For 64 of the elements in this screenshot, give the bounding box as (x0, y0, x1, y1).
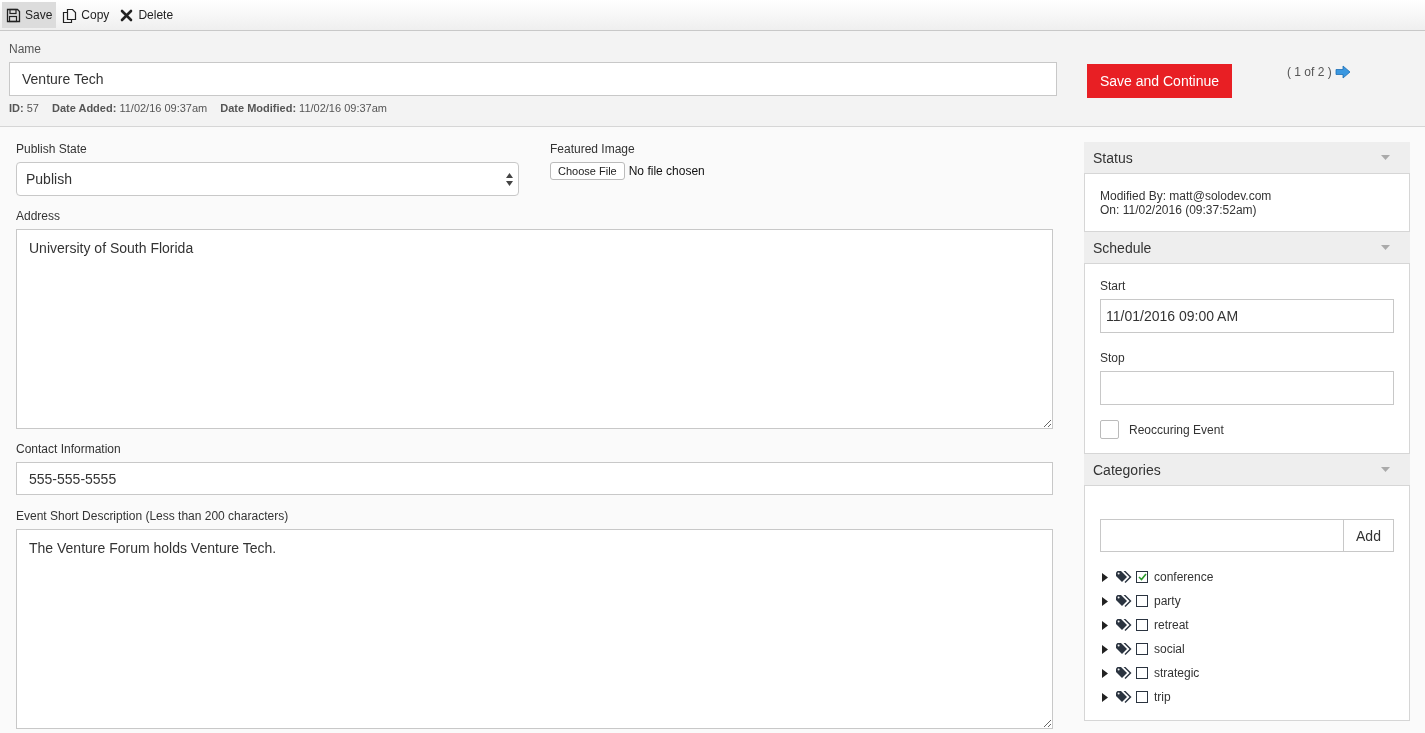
delete-button[interactable]: Delete (115, 2, 178, 28)
copy-button[interactable]: Copy (58, 2, 114, 28)
checkbox[interactable] (1100, 420, 1119, 439)
field-label: Publish State (16, 142, 88, 156)
name-field[interactable]: Venture Tech (9, 62, 1057, 96)
contact-field[interactable]: 555-555-5555 (16, 462, 1053, 495)
expand-triangle-icon[interactable] (1102, 668, 1108, 678)
file-status-text: No file chosen (628, 164, 705, 178)
panel-header[interactable]: Status (1084, 142, 1410, 173)
choose-file-button[interactable]: Choose File (550, 162, 625, 180)
add-button[interactable]: Add (1343, 519, 1394, 552)
category-label[interactable]: strategic (1154, 666, 1200, 680)
expand-triangle-icon[interactable] (1102, 572, 1108, 582)
tags-icon (1116, 667, 1133, 679)
checkbox[interactable] (1136, 643, 1148, 655)
tags-icon (1116, 643, 1133, 655)
checkbox[interactable] (1136, 595, 1148, 607)
tags-icon (1116, 691, 1133, 703)
caret-down-icon (1381, 245, 1390, 250)
copy-icon (62, 7, 78, 23)
field-label: Contact Information (16, 442, 122, 456)
panel-header[interactable]: Categories (1084, 454, 1410, 485)
save-button[interactable]: Save (2, 2, 57, 28)
meta-text: Date Modified: 11/02/16 09:37am (220, 102, 387, 114)
caret-down-icon (1381, 155, 1390, 160)
category-field[interactable] (1100, 519, 1343, 552)
category-label[interactable]: retreat (1154, 618, 1189, 632)
panel-header[interactable]: Schedule (1084, 232, 1410, 263)
meta-text: Date Added: 11/02/16 09:37am (51, 102, 208, 114)
field-label: Stop (1100, 351, 1126, 365)
category-label[interactable]: social (1154, 642, 1185, 656)
tags-icon (1116, 571, 1133, 583)
pager-text: ( 1 of 2 ) (1287, 65, 1332, 79)
category-label[interactable]: party (1154, 594, 1181, 608)
expand-triangle-icon[interactable] (1102, 692, 1108, 702)
start-date-field[interactable]: 11/01/2016 09:00 AM (1100, 299, 1394, 333)
checkbox[interactable] (1136, 667, 1148, 679)
expand-triangle-icon[interactable] (1102, 644, 1108, 654)
right-arrow-icon[interactable] (1334, 65, 1351, 79)
tags-icon (1116, 595, 1133, 607)
select-dropdown[interactable]: Publish (16, 162, 519, 196)
field-label: Start (1100, 279, 1127, 293)
checkbox[interactable] (1136, 571, 1148, 583)
description-field[interactable]: The Venture Forum holds Venture Tech. (16, 529, 1053, 729)
checkbox[interactable] (1136, 619, 1148, 631)
expand-triangle-icon[interactable] (1102, 596, 1108, 606)
expand-triangle-icon[interactable] (1102, 620, 1108, 630)
tags-icon (1116, 619, 1133, 631)
name-label: Name (9, 42, 42, 56)
checkbox[interactable] (1136, 691, 1148, 703)
category-label[interactable]: trip (1154, 690, 1171, 704)
checkbox-label: Reoccuring Event (1129, 422, 1224, 437)
sort-arrows-icon (506, 172, 513, 186)
category-label[interactable]: conference (1154, 570, 1214, 584)
caret-down-icon (1381, 467, 1390, 472)
field-label: Event Short Description (Less than 200 characters) (16, 509, 290, 523)
close-icon (119, 7, 135, 23)
address-field[interactable]: University of South Florida (16, 229, 1053, 429)
meta-text: ID: 57 (9, 102, 39, 114)
field-label: Address (16, 209, 62, 223)
stop-date-field[interactable] (1100, 371, 1394, 405)
status-text: Modified By: matt@solodev.com On: 11/02/2016 (09:37:52am) (1100, 189, 1273, 217)
field-label: Featured Image (550, 142, 636, 156)
save-and-continue-button[interactable]: Save and Continue (1087, 64, 1232, 98)
